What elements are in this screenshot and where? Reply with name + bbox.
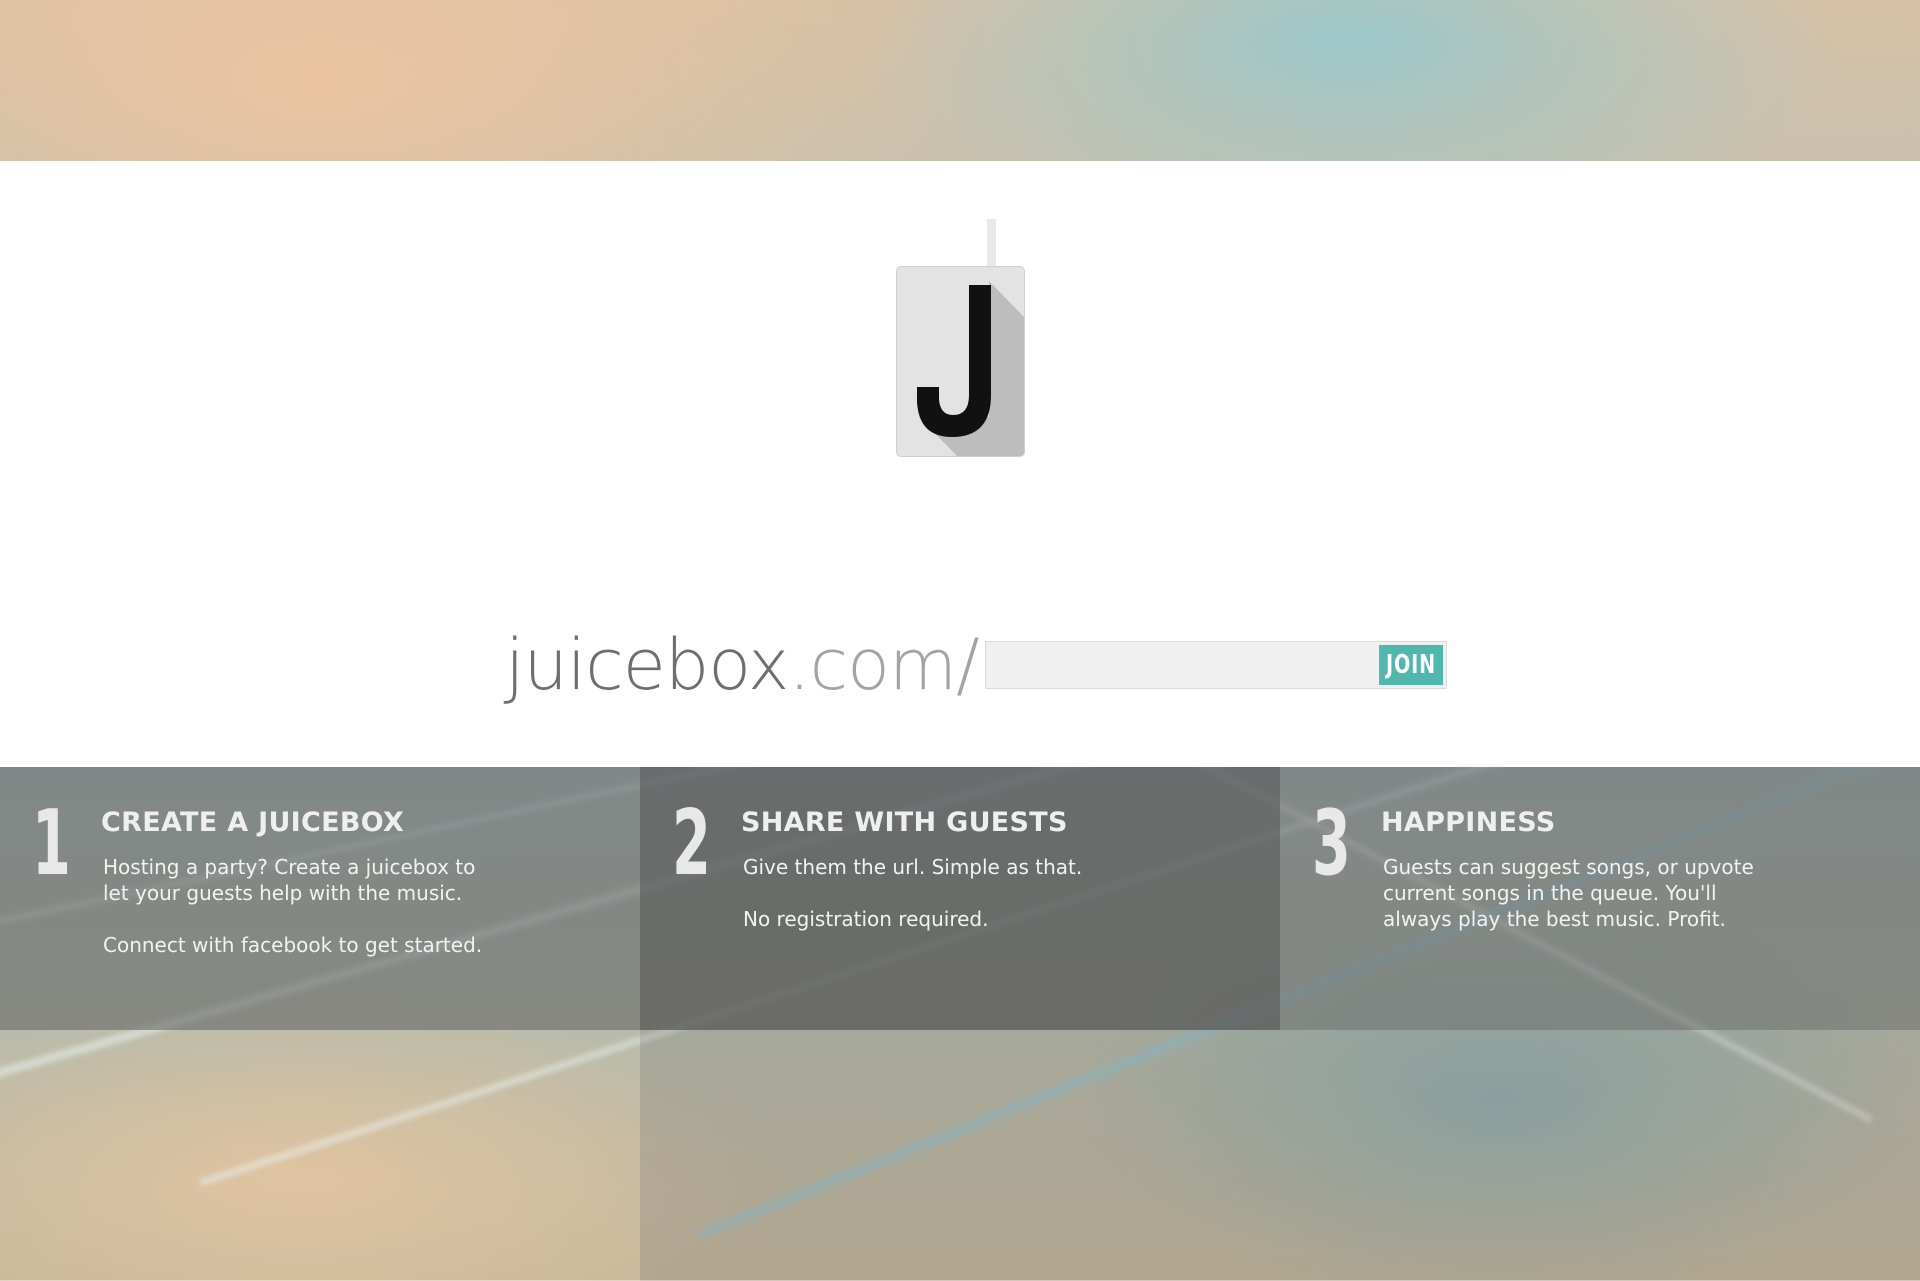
join-button[interactable]: JOIN <box>1378 645 1443 685</box>
step-create: 1 CREATE A JUICEBOX Hosting a party? Cre… <box>0 767 640 1030</box>
page: juicebox.com/ JOIN 1 CREATE A JUICEBOX H… <box>0 0 1920 1281</box>
url-tld: .com/ <box>788 624 979 706</box>
juicebox-logo <box>896 219 1025 457</box>
logo-box <box>896 266 1025 457</box>
logo-straw <box>987 219 996 269</box>
step-share: 2 SHARE WITH GUESTS Give them the url. S… <box>640 767 1280 1030</box>
step-number: 3 <box>1312 791 1351 896</box>
step-title: CREATE A JUICEBOX <box>101 807 405 838</box>
join-form: juicebox.com/ JOIN <box>505 620 1447 710</box>
step-number: 2 <box>672 791 711 896</box>
step-number: 1 <box>32 791 71 896</box>
logo-letter-icon <box>917 281 1024 456</box>
step-content: CREATE A JUICEBOX Hosting a party? Creat… <box>101 807 521 984</box>
step-description: Guests can suggest songs, or upvote curr… <box>1383 854 1781 932</box>
juicebox-name-input[interactable] <box>985 642 1356 688</box>
step-content: SHARE WITH GUESTS Give them the url. Sim… <box>741 807 1161 958</box>
step-content: HAPPINESS Guests can suggest songs, or u… <box>1381 807 1781 958</box>
step-title: SHARE WITH GUESTS <box>741 807 1068 838</box>
step-description: Hosting a party? Create a juicebox to le… <box>103 854 521 958</box>
url-domain: juicebox <box>505 624 789 706</box>
juicebox-name-field: JOIN <box>984 641 1447 689</box>
steps-section: 1 CREATE A JUICEBOX Hosting a party? Cre… <box>0 767 1920 1030</box>
step-paragraph: Give them the url. Simple as that. <box>743 855 1083 879</box>
background-shade <box>640 1030 1920 1281</box>
step-description: Give them the url. Simple as that. No re… <box>743 854 1161 932</box>
url-prefix: juicebox.com/ <box>505 620 980 710</box>
step-title: HAPPINESS <box>1381 807 1556 838</box>
step-happiness: 3 HAPPINESS Guests can suggest songs, or… <box>1280 767 1920 1030</box>
step-paragraph: No registration required. <box>743 907 989 931</box>
step-paragraph: Guests can suggest songs, or upvote curr… <box>1383 855 1754 931</box>
step-paragraph: Connect with facebook to get started. <box>103 933 483 957</box>
step-paragraph: Hosting a party? Create a juicebox to le… <box>103 855 476 905</box>
